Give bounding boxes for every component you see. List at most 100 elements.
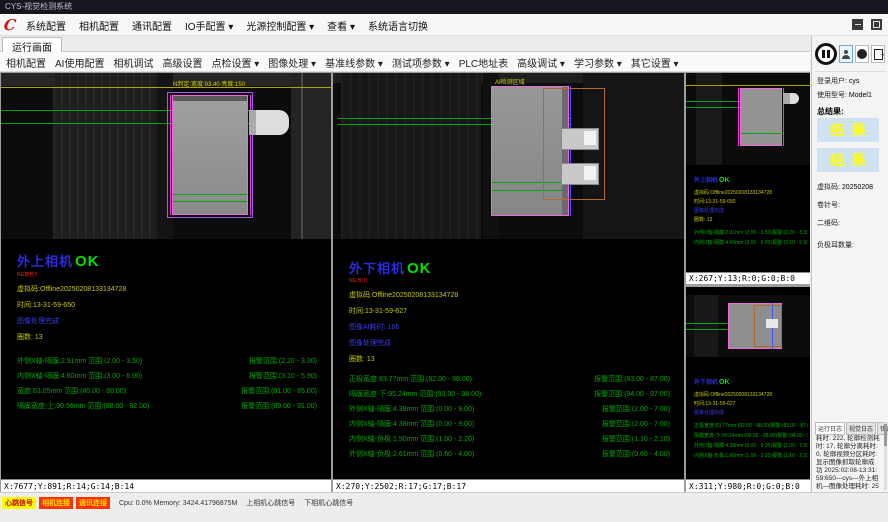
- virtual-code-value: 20250208: [842, 184, 873, 191]
- camera-title: 外下相机: [694, 380, 718, 386]
- needle-number-label: 卷针号:: [817, 202, 840, 209]
- toolbar-button[interactable]: 图像处理 ▾: [268, 55, 316, 70]
- toolbar-button[interactable]: AI使用配置: [55, 55, 104, 70]
- pixel-coords-readout: X:267;Y:13;R:0;G:0;B:0: [686, 272, 810, 284]
- comm-connect-badge: 通讯连接: [76, 497, 110, 509]
- upper-camera-heartbeat-text: 上相机心跳信号: [246, 498, 295, 508]
- log-scrollbar[interactable]: [884, 422, 887, 490]
- logout-door-icon: →: [874, 49, 883, 60]
- menu-item[interactable]: 相机配置: [79, 18, 119, 33]
- log-tab-vision[interactable]: 视觉日志: [846, 422, 876, 435]
- alarm-range-text: 报警:(1.10 - 2.10): [772, 452, 808, 459]
- measurement-text: 正极宽度:83.77mm (82.00 - 88.00): [694, 422, 770, 429]
- menu-item[interactable]: 系统配置: [26, 18, 66, 33]
- app-window: { "window": { "title": "CYS-视觉检测系统" }, "…: [0, 0, 888, 522]
- menu-item[interactable]: 光源控制配置 ▾: [246, 18, 314, 33]
- window-controls: [852, 19, 882, 30]
- account-icon: [857, 49, 867, 59]
- toolbar: 相机配置 AI使用配置相机调试高级设置点检设置 ▾ 图像处理 ▾ 基准线参数 ▾ 测试项…: [0, 52, 810, 72]
- tab-connector: [783, 93, 799, 104]
- measurement-text: 隔膜宽度-下:95.24mm 范围:(93.00 - 98.00): [349, 387, 481, 402]
- measurement-row: 内侧X轴-隔膜:4.60mm (3.00 - 6.00) 报警:(3.10 - …: [694, 239, 808, 246]
- toolbar-items: 相机配置 AI使用配置相机调试高级设置点检设置 ▾ 图像处理 ▾ 基准线参数 ▾ 测试项…: [6, 52, 679, 72]
- measurement-row: 外侧X轴-隔膜:4.38mm (0.00 - 9.00) 报警:(2.00 - …: [694, 442, 808, 449]
- toolbar-button[interactable]: 其它设置 ▾: [631, 55, 679, 70]
- virtual-code-line: 虚拟码:Offline20250208133134728: [17, 284, 327, 294]
- toolbar-button[interactable]: 相机配置: [6, 55, 46, 70]
- pause-button[interactable]: [815, 43, 837, 65]
- minimize-icon[interactable]: [852, 19, 863, 30]
- measurement-text: 宽度:83.05mm 范围:(80.00 - 86.00): [17, 384, 126, 399]
- ng-note: NG复检!!: [17, 271, 327, 278]
- measurement-text: 正极宽度:83.77mm 范围:(82.00 - 88.00): [349, 372, 472, 387]
- menu-bar: C 系统配置相机配置通讯配置IO手配置 ▾光源控制配置 ▾查看 ▾系统语言切换: [0, 14, 888, 36]
- result-box-upper: 结果: [817, 118, 879, 142]
- alarm-range-text: 报警:(94.00 - 97.00): [777, 432, 808, 439]
- window-title: CYS-视觉检测系统: [5, 2, 72, 11]
- log-text: 耗时: 222, 轮廓检测耗时: 17, 轮廓分离耗时: 0, 轮廓视频分区耗时…: [816, 435, 880, 491]
- alarm-range-text: 报警范围:(2.00 - 7.00): [602, 417, 670, 432]
- camera-title: 外上相机: [17, 254, 73, 269]
- electrode-tab-1: [766, 319, 778, 328]
- measurement-text: 内侧X轴-隔膜:4.38mm 范围:(0.00 - 9.00): [349, 417, 474, 432]
- baseline-yellow-line: [1, 87, 331, 88]
- logout-button[interactable]: →: [871, 45, 885, 63]
- alarm-range-text: 报警:(2.20 - 3.30): [772, 229, 808, 236]
- snapshot-image-lower[interactable]: [686, 295, 810, 357]
- result-box-lower: 结果: [817, 148, 879, 172]
- turns-line: 圈数: 13: [694, 216, 808, 223]
- virtual-code-label: 虚拟码:: [817, 184, 840, 191]
- toolbar-button[interactable]: 学习参数 ▾: [574, 55, 622, 70]
- toolbar-button[interactable]: 高级调试 ▾: [517, 55, 565, 70]
- measurement-row: 正极宽度:83.77mm 范围:(82.00 - 88.00) 报警范围:(83…: [349, 372, 680, 387]
- camera-image-outer-upper[interactable]: N判定:宽度:93.40 亮度:150: [1, 73, 331, 239]
- measurement-row: 内侧X轴-负极:1.90mm (1.00 - 2.20) 报警:(1.10 - …: [694, 452, 808, 459]
- maximize-icon[interactable]: [871, 19, 882, 30]
- account-button[interactable]: [855, 45, 869, 63]
- time-line: 时间:13-31-59-627: [349, 306, 680, 316]
- toolbar-button[interactable]: 高级设置: [162, 55, 202, 70]
- measurement-row: 宽度:83.05mm 范围:(80.00 - 86.00) 报警范围:(81.0…: [17, 384, 327, 399]
- judge-overlay-label: N判定:宽度:93.40 亮度:150: [173, 79, 245, 88]
- measurement-text: 外侧X轴-隔膜:2.91mm (2.00 - 3.50): [694, 229, 772, 236]
- model-label: 使用型号:: [817, 92, 847, 99]
- login-user-label: 登录用户:: [817, 78, 847, 85]
- time-line: 时间:13-31-59-650: [17, 300, 327, 310]
- toolbar-button[interactable]: PLC地址表: [459, 55, 508, 70]
- time-line: 时间:13-31-59-627: [694, 400, 808, 407]
- menu-item[interactable]: IO手配置 ▾: [185, 18, 233, 33]
- toolbar-button[interactable]: 点检设置 ▾: [211, 55, 259, 70]
- menu-item[interactable]: 查看 ▾: [327, 18, 355, 33]
- pixel-coords-readout: X:7677;Y:891;R:14;G:14;B:14: [1, 479, 331, 492]
- toolbar-button[interactable]: 相机调试: [113, 55, 153, 70]
- alarm-range-text: 报警范围:(0.60 - 4.00): [602, 447, 670, 462]
- measurement-text: 内侧X轴-隔膜:4.60mm (3.00 - 6.00): [694, 239, 772, 246]
- scrollbar-thumb[interactable]: [884, 424, 887, 446]
- cell-product-region: [172, 95, 248, 215]
- measurement-text: 外侧X轴-隔膜:2.91mm 范围:(2.00 - 3.50): [17, 354, 142, 369]
- model-value: Model1: [849, 92, 872, 99]
- measurement-text: 隔膜宽度-上:90.56mm 范围:(88.00 - 92.00): [17, 399, 149, 414]
- toolbar-button[interactable]: 测试项参数 ▾: [392, 55, 450, 70]
- log-tab-run[interactable]: 运行日志: [815, 422, 845, 435]
- neg-tab-count-field: 负极耳数量:: [817, 240, 854, 250]
- toolbar-button[interactable]: 基准线参数 ▾: [325, 55, 383, 70]
- measurement-row: 外侧X轴-负极:2.61mm 范围:(0.60 - 4.00) 报警范围:(0.…: [349, 447, 680, 462]
- result-ok-text: OK: [719, 379, 730, 386]
- result-ok-text: OK: [719, 177, 730, 184]
- measurement-text: 内侧X轴-负极:1.90mm 范围:(1.00 - 2.20): [349, 432, 474, 447]
- user-button[interactable]: [839, 45, 853, 63]
- side-panel: → 登录用户: cys 使用型号: Model1 总结果: 结果 结果 虚拟码:…: [811, 36, 888, 492]
- person-icon: [844, 50, 848, 54]
- camera-title: 外下相机: [349, 261, 405, 276]
- cpu-memory-text: Cpu: 0.0% Memory: 3424.41796875M: [119, 500, 237, 507]
- alarm-range-text: 报警范围:(1.10 - 2.10): [602, 432, 670, 447]
- measurement-text: 隔膜宽度-下:95.24mm (93.00 - 98.00): [694, 432, 777, 439]
- snapshot-image-upper[interactable]: [686, 73, 810, 165]
- menu-item[interactable]: 系统语言切换: [368, 18, 428, 33]
- menu-item[interactable]: 通讯配置: [132, 18, 172, 33]
- measurement-text: 外侧X轴-隔膜:4.38mm 范围:(0.00 - 9.00): [349, 402, 474, 417]
- camera-image-outer-lower[interactable]: AI检测区域: [333, 73, 684, 239]
- alarm-range-text: 报警:(3.10 - 5.90): [772, 239, 808, 246]
- process-status-line: 图像处理完成: [694, 409, 808, 416]
